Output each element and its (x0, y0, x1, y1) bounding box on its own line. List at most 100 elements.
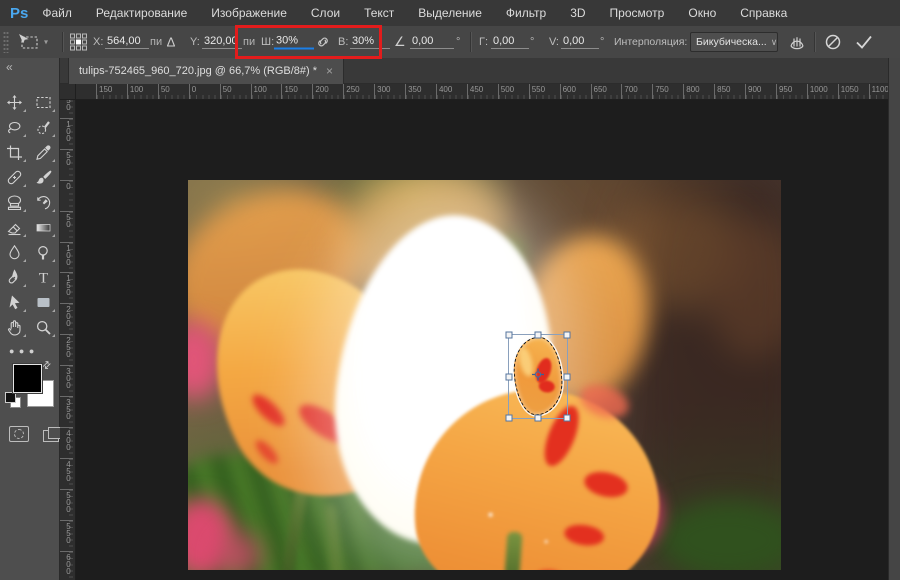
tool-brush[interactable] (29, 165, 58, 190)
ruler-tick: 850 (714, 84, 746, 99)
ruler-corner (60, 84, 76, 100)
ruler-tick: 400 (60, 426, 73, 458)
transform-handle-top-right[interactable] (563, 331, 571, 339)
vskew-input[interactable]: 0,00 (561, 35, 599, 49)
height-input[interactable]: 30% (350, 35, 390, 49)
tools-panel: « T ● ● ● ⇄ (0, 58, 64, 580)
tool-rectangular-marquee[interactable] (29, 90, 58, 115)
menu-item[interactable]: Редактирование (96, 6, 187, 20)
angle-unit: ° (456, 36, 461, 48)
ruler-tick: 600 (60, 550, 73, 580)
transform-tool-preset-icon[interactable] (16, 32, 40, 52)
separator (814, 32, 815, 52)
commit-transform-icon[interactable] (854, 33, 874, 51)
menu-item[interactable]: Текст (364, 6, 394, 20)
pink-bloom-bottom-left-2 (216, 532, 262, 570)
tool-crop[interactable] (0, 140, 29, 165)
transform-handle-top-left[interactable] (505, 331, 513, 339)
tool-dodge[interactable] (29, 240, 58, 265)
transform-handle-bottom[interactable] (534, 414, 542, 422)
menu-item[interactable]: Просмотр (610, 6, 665, 20)
transform-reference-point-icon[interactable] (531, 367, 545, 386)
ruler-tick: 200 (60, 303, 73, 335)
angle-input[interactable]: 0,00 (410, 35, 454, 49)
warp-mode-icon[interactable] (788, 33, 806, 51)
ruler-tick: 500 (497, 84, 529, 99)
vskew-unit: ° (600, 36, 605, 48)
interpolation-label: Интерполяция: (614, 36, 688, 48)
tool-eyedropper[interactable] (29, 140, 58, 165)
tool-quick-selection[interactable] (29, 115, 58, 140)
link-dimensions-icon[interactable] (316, 35, 330, 49)
transform-handle-bottom-left[interactable] (505, 414, 513, 422)
vertical-ruler[interactable]: 1501005005010015020025030035040045050055… (60, 100, 76, 580)
screen-mode-button[interactable] (42, 427, 64, 442)
options-bar: ▾ X: 564,00 пи ∆ Y: 320,00 пи Ш: 30% В: … (0, 26, 900, 59)
foreground-color-swatch[interactable] (12, 363, 43, 394)
menu-item[interactable]: Изображение (211, 6, 287, 20)
tool-gradient[interactable] (29, 215, 58, 240)
tool-clone-stamp[interactable] (0, 190, 29, 215)
relative-position-icon[interactable]: ∆ (167, 35, 175, 50)
menu-item[interactable]: Слои (311, 6, 340, 20)
menu-item[interactable]: Выделение (418, 6, 482, 20)
collapse-panel-icon[interactable]: « (0, 58, 59, 76)
ruler-tick: 1000 (806, 84, 838, 99)
width-label: Ш: (261, 36, 275, 48)
default-colors-icon[interactable] (5, 392, 21, 408)
ruler-tick: 150 (60, 100, 73, 118)
interpolation-dropdown[interactable]: Бикубическа... ∨ (690, 32, 778, 52)
tool-pen[interactable] (0, 265, 29, 290)
preset-caret-icon[interactable]: ▾ (44, 38, 48, 47)
menu-item[interactable]: Фильтр (506, 6, 546, 20)
ruler-tick: 50 (60, 210, 73, 242)
horizontal-ruler[interactable]: 150 100 50 0 50 100 150 200 250 300 350 400 450 500 55… (76, 84, 888, 100)
y-input[interactable]: 320,00 (202, 35, 242, 49)
swap-colors-icon[interactable]: ⇄ (40, 359, 54, 373)
canvas-background (76, 100, 888, 580)
tab-close-icon[interactable]: × (326, 64, 333, 78)
reference-point-locator[interactable] (70, 33, 87, 51)
ruler-tick: 250 (343, 84, 375, 99)
ruler-tick: 650 (590, 84, 622, 99)
ruler-tick: 950 (775, 84, 807, 99)
hskew-input[interactable]: 0,00 (491, 35, 529, 49)
tool-rectangle-shape[interactable] (29, 290, 58, 315)
transform-handle-bottom-right[interactable] (563, 414, 571, 422)
transform-handle-right[interactable] (563, 373, 571, 380)
transform-handle-top[interactable] (534, 331, 542, 339)
quick-mask-button[interactable] (9, 426, 29, 442)
tool-hand[interactable] (0, 315, 29, 340)
tool-lasso[interactable] (0, 115, 29, 140)
panel-dock-strip[interactable] (888, 58, 900, 580)
menu-item[interactable]: 3D (570, 6, 585, 20)
tool-zoom[interactable] (29, 315, 58, 340)
edit-toolbar-dots-icon[interactable]: ● ● ● (0, 340, 59, 358)
transform-handle-left[interactable] (505, 373, 513, 380)
ruler-tick: 150 (281, 84, 313, 99)
tool-eraser[interactable] (0, 215, 29, 240)
tool-type[interactable]: T (29, 265, 58, 290)
document-tab[interactable]: tulips-752465_960_720.jpg @ 66,7% (RGB/8… (68, 58, 345, 84)
vskew-label: V: (549, 36, 559, 48)
menu-item[interactable]: Окно (688, 6, 716, 20)
tool-history-brush[interactable] (29, 190, 58, 215)
photoshop-logo: Ps (10, 4, 29, 22)
cancel-transform-icon[interactable] (824, 33, 842, 51)
width-input[interactable]: 30% (274, 35, 314, 50)
x-input[interactable]: 564,00 (105, 35, 149, 49)
menu-item[interactable]: Справка (740, 6, 787, 20)
tool-move[interactable] (0, 90, 29, 115)
options-grip-handle[interactable] (3, 31, 9, 53)
menu-item[interactable]: Файл (42, 6, 72, 20)
menu-bar: Ps Файл Редактирование Изображение Слои Текс… (0, 0, 900, 27)
y-unit: пи (243, 36, 256, 48)
document-image[interactable] (188, 180, 781, 570)
tool-spot-healing-brush[interactable] (0, 165, 29, 190)
tool-path-selection[interactable] (0, 290, 29, 315)
ruler-tick: 100 (126, 84, 158, 99)
ruler-tick: 0 (188, 84, 220, 99)
document-tab-title: tulips-752465_960_720.jpg @ 66,7% (RGB/8… (79, 65, 318, 77)
tool-blur[interactable] (0, 240, 29, 265)
photoshop-window: Ps Файл Редактирование Изображение Слои Текс… (0, 0, 900, 580)
